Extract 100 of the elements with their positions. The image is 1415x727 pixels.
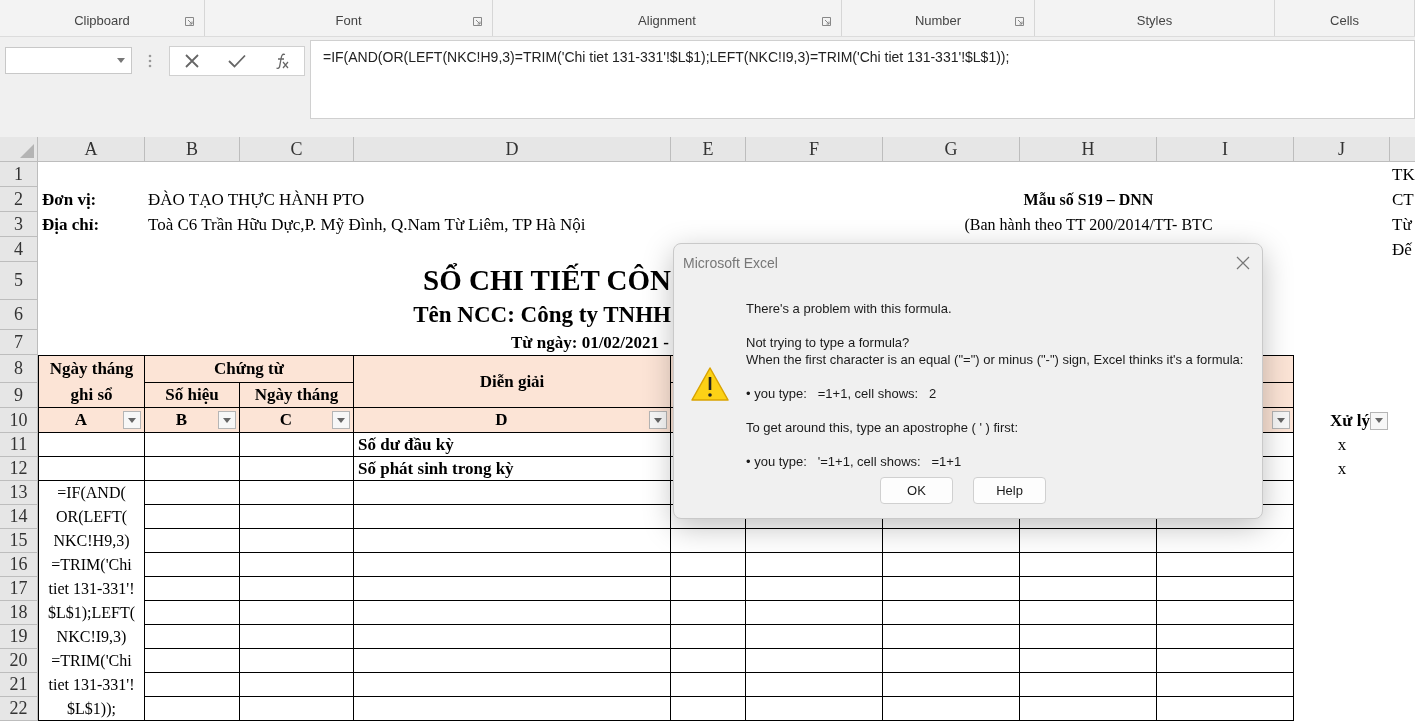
caret-icon [1375, 418, 1383, 423]
row-header[interactable]: 20 [0, 649, 38, 673]
row-header[interactable]: 13 [0, 481, 38, 505]
close-icon[interactable] [184, 53, 200, 69]
header-cell: Diễn giải [354, 355, 671, 408]
row-header[interactable]: 16 [0, 553, 38, 577]
table-cell: =IF(AND( OR(LEFT( NKC!H9,3) =TRIM('Chi tiet 131-331'! $L$1);LEFT( NKC!I9,3) =TRIM('Chi tiet 131-331'! $L$1)); [38, 481, 145, 721]
field-value: Toà C6 Trần Hữu Dực,P. Mỹ Đình, Q.Nam Từ Liêm, TP Hà Nội [147, 213, 587, 236]
filter-button[interactable] [332, 411, 350, 429]
formula-field[interactable]: =IF(AND(OR(LEFT(NKC!H9,3)=TRIM('Chi tiet 131-331'!$L$1);LEFT(NKC!I9,3)=TRIM('Chi tiet 131-331'!$L$1)); [310, 40, 1415, 119]
filter-button[interactable] [123, 411, 141, 429]
row-header[interactable]: 7 [0, 330, 38, 355]
row-header[interactable]: 3 [0, 212, 38, 237]
form-issued-note: (Ban hành theo TT 200/2014/TT- BTC [963, 214, 1214, 235]
row-header[interactable]: 6 [0, 300, 38, 330]
report-title: SỔ CHI TIẾT CÔN [422, 262, 671, 299]
field-value: ĐÀO TẠO THỰC HÀNH PTO [147, 188, 366, 211]
ribbon-group-label: Clipboard [74, 11, 130, 30]
dialog-button[interactable]: Help [973, 477, 1046, 504]
dialog-launcher-icon[interactable] [822, 17, 831, 26]
row-header[interactable]: 10 [0, 408, 38, 433]
column-header[interactable]: E [671, 137, 746, 162]
row-header[interactable]: 8 [0, 355, 38, 383]
header-cell: Ngày tháng ghi sổ [38, 355, 145, 408]
header-cell: Chứng từ [145, 355, 354, 383]
dialog-title: Microsoft Excel [683, 253, 778, 273]
column-header[interactable]: D [354, 137, 671, 162]
dialog-message: There's a problem with this formula. [746, 300, 953, 317]
column-header[interactable]: J [1294, 137, 1390, 162]
column-header[interactable]: B [145, 137, 240, 162]
side-label: CT [1391, 188, 1415, 211]
caret-icon [654, 417, 662, 423]
caret-icon [128, 417, 136, 423]
dialog-message: To get around this, type an apostrophe ( ' ) first: [746, 419, 1020, 436]
field-label: Địa chỉ: [41, 213, 101, 236]
table-cell: Số phát sinh trong kỳ [354, 457, 671, 481]
check-icon[interactable] [228, 54, 246, 68]
field-label: Đơn vị: [41, 188, 98, 211]
side-label: TK [1391, 163, 1415, 186]
row-header[interactable]: 9 [0, 383, 38, 408]
ribbon-group-label: Cells [1330, 11, 1359, 30]
row-header[interactable]: 17 [0, 577, 38, 601]
row-header[interactable]: 4 [0, 237, 38, 262]
dialog-message: When the first character is an equal ("=") or minus ("-") sign, Excel thinks it's a formula: [746, 351, 1244, 368]
dialog-launcher-icon[interactable] [185, 17, 194, 26]
column-header[interactable]: A [38, 137, 145, 162]
dialog-button[interactable]: OK [880, 477, 953, 504]
row-header[interactable]: 15 [0, 529, 38, 553]
supplier-name: Tên NCC: Công ty TNHH [412, 300, 671, 329]
ribbon-group-label: Font [335, 11, 362, 30]
close-icon[interactable] [1236, 256, 1250, 270]
side-label: Từ [1391, 213, 1413, 236]
drag-handle-icon[interactable] [148, 54, 152, 68]
caret-icon [337, 417, 345, 423]
ribbon-group-label: Alignment [638, 11, 696, 30]
filter-button[interactable] [649, 411, 667, 429]
triangle-icon [20, 144, 34, 158]
report-period: Từ ngày: 01/02/2021 - [510, 331, 670, 354]
row-header[interactable]: 19 [0, 625, 38, 649]
process-mark: x [1336, 434, 1348, 457]
filter-button[interactable] [1272, 411, 1290, 429]
column-header[interactable]: F [746, 137, 883, 162]
filter-label: C [278, 409, 294, 432]
row-header[interactable]: 5 [0, 262, 38, 300]
form-number: Mẫu số S19 – DNN [1022, 189, 1155, 210]
row-header[interactable]: 2 [0, 187, 38, 212]
row-header[interactable]: 11 [0, 433, 38, 457]
table-cell: Số dư đầu kỳ [354, 433, 671, 457]
caret-icon [1277, 417, 1285, 423]
function-icon[interactable] [274, 53, 290, 69]
process-mark: x [1336, 458, 1348, 481]
column-header[interactable]: G [883, 137, 1020, 162]
caret-icon [223, 417, 231, 423]
filter-label: D [494, 409, 509, 432]
filter-button[interactable] [1370, 411, 1388, 430]
header-cell: Ngày tháng [240, 383, 354, 408]
dialog-message: • you type: '=1+1, cell shows: =1+1 [746, 453, 963, 470]
row-header[interactable]: 14 [0, 505, 38, 529]
side-label: Đế [1391, 238, 1413, 261]
row-header[interactable]: 1 [0, 162, 38, 187]
filter-button[interactable] [218, 411, 236, 429]
column-header[interactable]: C [240, 137, 354, 162]
dialog-message: • you type: =1+1, cell shows: 2 [746, 385, 938, 402]
dialog-launcher-icon[interactable] [473, 17, 482, 26]
row-header[interactable]: 18 [0, 601, 38, 625]
dialog-launcher-icon[interactable] [1015, 17, 1024, 26]
ribbon-group-label: Number [914, 11, 962, 30]
column-header[interactable]: H [1020, 137, 1157, 162]
filter-label: B [174, 409, 189, 432]
warning-icon [691, 366, 729, 402]
caret-icon [117, 58, 125, 63]
filter-label: Xử lý [1330, 409, 1370, 432]
row-header[interactable]: 12 [0, 457, 38, 481]
row-header[interactable]: 22 [0, 697, 38, 721]
column-header[interactable]: I [1157, 137, 1294, 162]
dialog-message: Not trying to type a formula? [746, 334, 911, 351]
row-header[interactable]: 21 [0, 673, 38, 697]
ribbon-group-label: Styles [1136, 11, 1173, 30]
filter-label: A [73, 409, 89, 432]
header-cell: Số hiệu [145, 383, 240, 408]
